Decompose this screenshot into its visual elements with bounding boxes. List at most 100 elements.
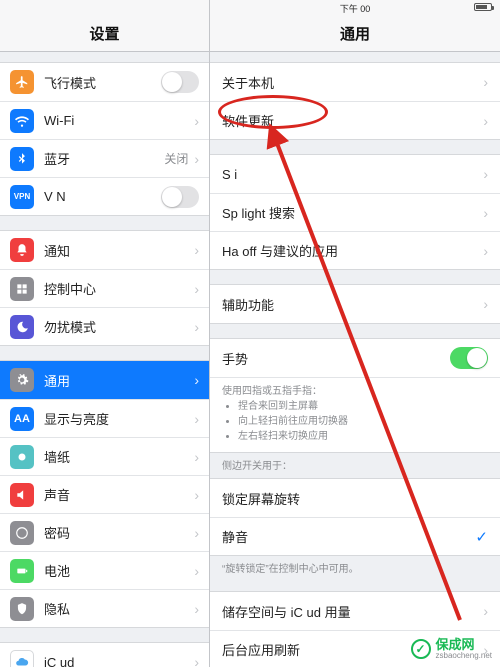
row-label: S i xyxy=(222,167,481,182)
sideswitch-header: 侧边开关用于： xyxy=(210,453,500,474)
row-sound[interactable]: 声音 › xyxy=(0,475,209,513)
right-scroll[interactable]: 关于本机 › 软件更新 › S i › Sp light 搜索 › xyxy=(210,52,500,667)
status-bar: 下午 00 xyxy=(210,0,500,16)
watermark: ✓ 保成网 zsbaocheng.net xyxy=(407,635,497,663)
row-label: 关于本机 xyxy=(222,73,481,92)
row-label: 锁定屏幕旋转 xyxy=(222,489,488,508)
dnd-icon xyxy=(10,315,34,339)
chevron-right-icon: › xyxy=(194,151,199,167)
row-privacy[interactable]: 隐私 › xyxy=(0,589,209,627)
sound-icon xyxy=(10,483,34,507)
row-about[interactable]: 关于本机 › xyxy=(210,63,500,101)
row-bluetooth[interactable]: 蓝牙 关闭 › xyxy=(0,139,209,177)
chevron-right-icon: › xyxy=(194,563,199,579)
row-label: Ha off 与建议的应用 xyxy=(222,241,481,260)
watermark-brand: 保成网 xyxy=(436,638,493,652)
row-wallpaper[interactable]: 墙纸 › xyxy=(0,437,209,475)
row-wifi[interactable]: Wi-Fi › xyxy=(0,101,209,139)
chevron-right-icon: › xyxy=(194,449,199,465)
chevron-right-icon: › xyxy=(483,603,488,619)
row-general[interactable]: 通用 › xyxy=(0,361,209,399)
notifications-icon xyxy=(10,238,34,262)
row-label: 墙纸 xyxy=(44,447,192,466)
row-battery[interactable]: 电池 › xyxy=(0,551,209,589)
airplane-icon xyxy=(10,70,34,94)
chevron-right-icon: › xyxy=(483,243,488,259)
left-title: 设置 xyxy=(0,16,209,52)
control-center-icon xyxy=(10,277,34,301)
chevron-right-icon: › xyxy=(483,205,488,221)
status-time: 下午 00 xyxy=(340,2,371,15)
row-label: 显示与亮度 xyxy=(44,409,192,428)
watermark-logo-icon: ✓ xyxy=(411,639,431,659)
watermark-url: zsbaocheng.net xyxy=(436,652,493,660)
row-siri[interactable]: S i › xyxy=(210,155,500,193)
row-spotlight-search[interactable]: Sp light 搜索 › xyxy=(210,193,500,231)
checkmark-icon: ✓ xyxy=(475,528,488,546)
row-label: 通知 xyxy=(44,241,192,260)
row-display-brightness[interactable]: AA 显示与亮度 › xyxy=(0,399,209,437)
gesture-switch[interactable] xyxy=(450,347,488,369)
row-notifications[interactable]: 通知 › xyxy=(0,231,209,269)
bluetooth-icon xyxy=(10,147,34,171)
row-label: Sp light 搜索 xyxy=(222,203,481,222)
row-storage-icloud-usage[interactable]: 储存空间与 iC ud 用量 › xyxy=(210,592,500,630)
gear-icon xyxy=(10,368,34,392)
row-label: 辅助功能 xyxy=(222,295,481,314)
settings-split-view: . 设置 飞行模式 Wi-Fi › 蓝牙 关闭 xyxy=(0,0,500,667)
row-lock-rotation[interactable]: 锁定屏幕旋转 xyxy=(210,479,500,517)
row-label: 电池 xyxy=(44,561,192,580)
chevron-right-icon: › xyxy=(483,113,488,129)
wifi-icon xyxy=(10,109,34,133)
vpn-icon: VPN xyxy=(10,185,34,209)
row-label: 储存空间与 iC ud 用量 xyxy=(222,602,481,621)
passcode-icon xyxy=(10,521,34,545)
row-control-center[interactable]: 控制中心 › xyxy=(0,269,209,307)
row-label: 软件更新 xyxy=(222,111,481,130)
row-label: 声音 xyxy=(44,485,192,504)
chevron-right-icon: › xyxy=(194,319,199,335)
row-label: Wi-Fi xyxy=(44,113,188,128)
row-do-not-disturb[interactable]: 勿扰模式 › xyxy=(0,307,209,345)
chevron-right-icon: › xyxy=(194,281,199,297)
row-icloud[interactable]: iC ud › xyxy=(0,643,209,667)
row-label: 隐私 xyxy=(44,599,192,618)
right-title: 通用 xyxy=(210,16,500,52)
row-passcode[interactable]: 密码 › xyxy=(0,513,209,551)
row-mute[interactable]: 静音 ✓ xyxy=(210,517,500,555)
chevron-right-icon: › xyxy=(194,411,199,427)
bluetooth-detail: 关闭 xyxy=(164,150,188,167)
chevron-right-icon: › xyxy=(194,525,199,541)
row-airplane-mode[interactable]: 飞行模式 xyxy=(0,63,209,101)
sideswitch-footnote: “旋转锁定”在控制中心中可用。 xyxy=(210,556,500,577)
chevron-right-icon: › xyxy=(483,74,488,90)
left-pane: . 设置 飞行模式 Wi-Fi › 蓝牙 关闭 xyxy=(0,0,210,667)
row-label: 密码 xyxy=(44,523,192,542)
row-vpn[interactable]: VPN V N xyxy=(0,177,209,215)
vpn-switch[interactable] xyxy=(161,186,199,208)
row-label: 通用 xyxy=(44,371,192,390)
chevron-right-icon: › xyxy=(194,242,199,258)
row-software-update[interactable]: 软件更新 › xyxy=(210,101,500,139)
row-label: 静音 xyxy=(222,527,471,546)
left-scroll[interactable]: 飞行模式 Wi-Fi › 蓝牙 关闭 › VPN V N xyxy=(0,52,209,667)
chevron-right-icon: › xyxy=(483,166,488,182)
row-label: 蓝牙 xyxy=(44,149,164,168)
row-label: V N xyxy=(44,189,161,204)
chevron-right-icon: › xyxy=(194,487,199,503)
icloud-icon xyxy=(10,650,34,667)
row-gesture[interactable]: 手势 xyxy=(210,339,500,377)
chevron-right-icon: › xyxy=(194,601,199,617)
gesture-footnote: 使用四指或五指手指： 捏合来回到主屏幕 向上轻扫前往应用切换器 左右轻扫来切换应… xyxy=(210,377,500,452)
airplane-switch[interactable] xyxy=(161,71,199,93)
row-handoff[interactable]: Ha off 与建议的应用 › xyxy=(210,231,500,269)
chevron-right-icon: › xyxy=(483,296,488,312)
chevron-right-icon: › xyxy=(194,113,199,129)
chevron-right-icon: › xyxy=(194,654,199,667)
row-label: iC ud xyxy=(44,655,192,667)
row-label: 勿扰模式 xyxy=(44,317,192,336)
row-accessibility[interactable]: 辅助功能 › xyxy=(210,285,500,323)
status-bar: . xyxy=(0,0,209,16)
display-icon: AA xyxy=(10,407,34,431)
row-label: 控制中心 xyxy=(44,279,192,298)
